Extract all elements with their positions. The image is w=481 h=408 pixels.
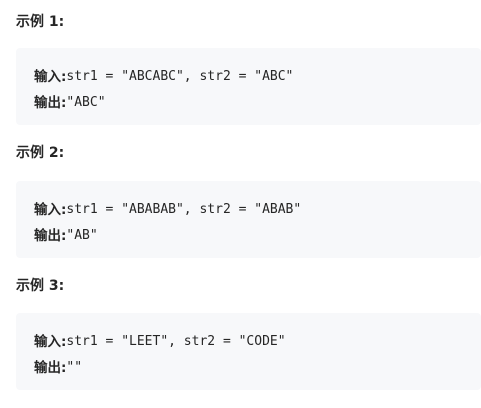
example-2-input-label: 输入: bbox=[34, 202, 67, 218]
example-3-code-block: 输入: str1 = "LEET", str2 = "CODE" 输出: "" bbox=[16, 313, 481, 390]
example-1-input-label: 输入: bbox=[34, 69, 67, 85]
example-2-output-line: 输出: "AB" bbox=[34, 223, 481, 249]
example-1-input-value: str1 = "ABCABC", str2 = "ABC" bbox=[66, 69, 294, 84]
example-3-input-line: 输入: str1 = "LEET", str2 = "CODE" bbox=[34, 329, 481, 355]
example-3-output-line: 输出: "" bbox=[34, 355, 481, 381]
example-1-output-value: "ABC" bbox=[66, 95, 106, 110]
example-2-input-value: str1 = "ABABAB", str2 = "ABAB" bbox=[66, 202, 302, 217]
example-3-output-label: 输出: bbox=[34, 360, 67, 376]
example-3-input-label: 输入: bbox=[34, 334, 67, 350]
example-2-input-line: 输入: str1 = "ABABAB", str2 = "ABAB" bbox=[34, 197, 481, 223]
example-1-heading: 示例 1: bbox=[16, 14, 65, 30]
example-2-heading: 示例 2: bbox=[16, 145, 65, 161]
example-1-code-block: 输入: str1 = "ABCABC", str2 = "ABC" 输出: "A… bbox=[16, 48, 481, 125]
example-2-code-block: 输入: str1 = "ABABAB", str2 = "ABAB" 输出: "… bbox=[16, 181, 481, 258]
example-1-output-label: 输出: bbox=[34, 95, 67, 111]
example-2-output-value: "AB" bbox=[66, 228, 98, 243]
example-1-input-line: 输入: str1 = "ABCABC", str2 = "ABC" bbox=[34, 64, 481, 90]
example-3-heading: 示例 3: bbox=[16, 278, 65, 294]
example-3-output-value: "" bbox=[66, 360, 83, 375]
example-1-output-line: 输出: "ABC" bbox=[34, 90, 481, 116]
example-2-output-label: 输出: bbox=[34, 228, 67, 244]
example-3-input-value: str1 = "LEET", str2 = "CODE" bbox=[66, 334, 286, 349]
